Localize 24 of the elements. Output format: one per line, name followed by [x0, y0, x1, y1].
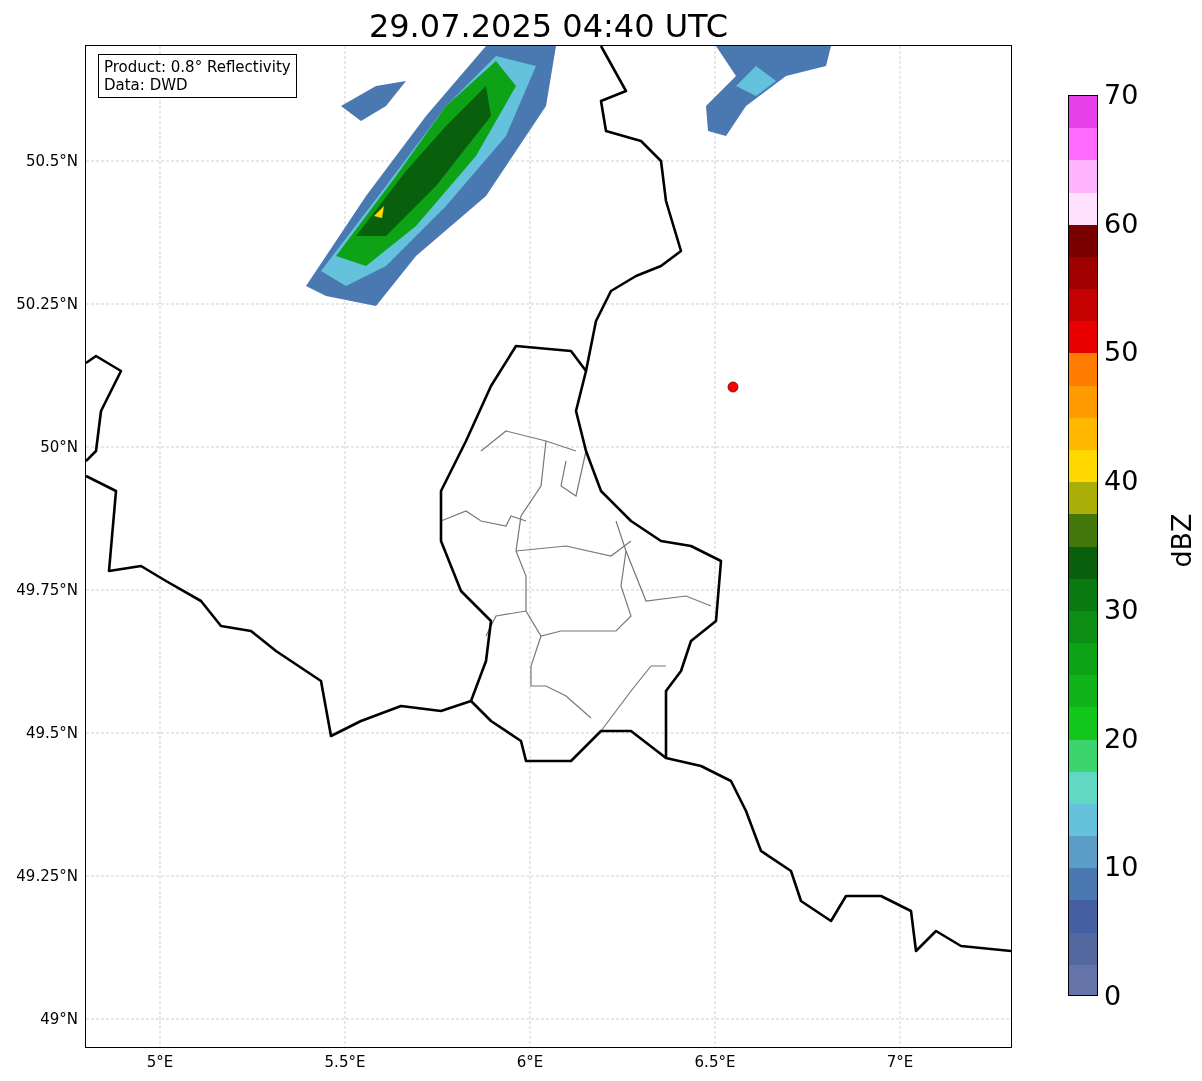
latitude-label: 50.25°N	[16, 295, 78, 313]
colorbar-tick-label: 30	[1104, 593, 1139, 626]
longitude-label: 5.5°E	[323, 1053, 367, 1071]
latitude-label: 49°N	[40, 1010, 78, 1028]
latitude-label: 50.5°N	[25, 152, 78, 170]
latitude-label: 49.75°N	[16, 581, 78, 599]
chart-title: 29.07.2025 04:40 UTC	[367, 6, 730, 45]
info-text: Data: DWD	[104, 76, 189, 94]
colorbar-tick-label: 40	[1104, 465, 1139, 498]
latitude-label: 50°N	[40, 438, 78, 456]
longitude-label: 6°E	[515, 1053, 545, 1071]
latitude-label: 49.25°N	[16, 867, 78, 885]
colorbar-tick-label: 60	[1104, 207, 1139, 240]
info-text: Product: 0.8° Reflectivity	[104, 58, 291, 76]
latitude-label: 49.5°N	[25, 724, 78, 742]
longitude-label: 6.5°E	[693, 1053, 737, 1071]
longitude-label: 7°E	[885, 1053, 915, 1071]
colorbar-tick-label: 50	[1104, 336, 1139, 369]
colorbar-tick-label: 0	[1104, 980, 1122, 1012]
colorbar-tick-label: 20	[1104, 722, 1139, 755]
colorbar-label: dBZ	[1165, 513, 1197, 568]
colorbar-tick-label: 10	[1104, 851, 1139, 884]
colorbar-tick-label: 70	[1104, 79, 1139, 111]
longitude-label: 5°E	[145, 1053, 175, 1071]
